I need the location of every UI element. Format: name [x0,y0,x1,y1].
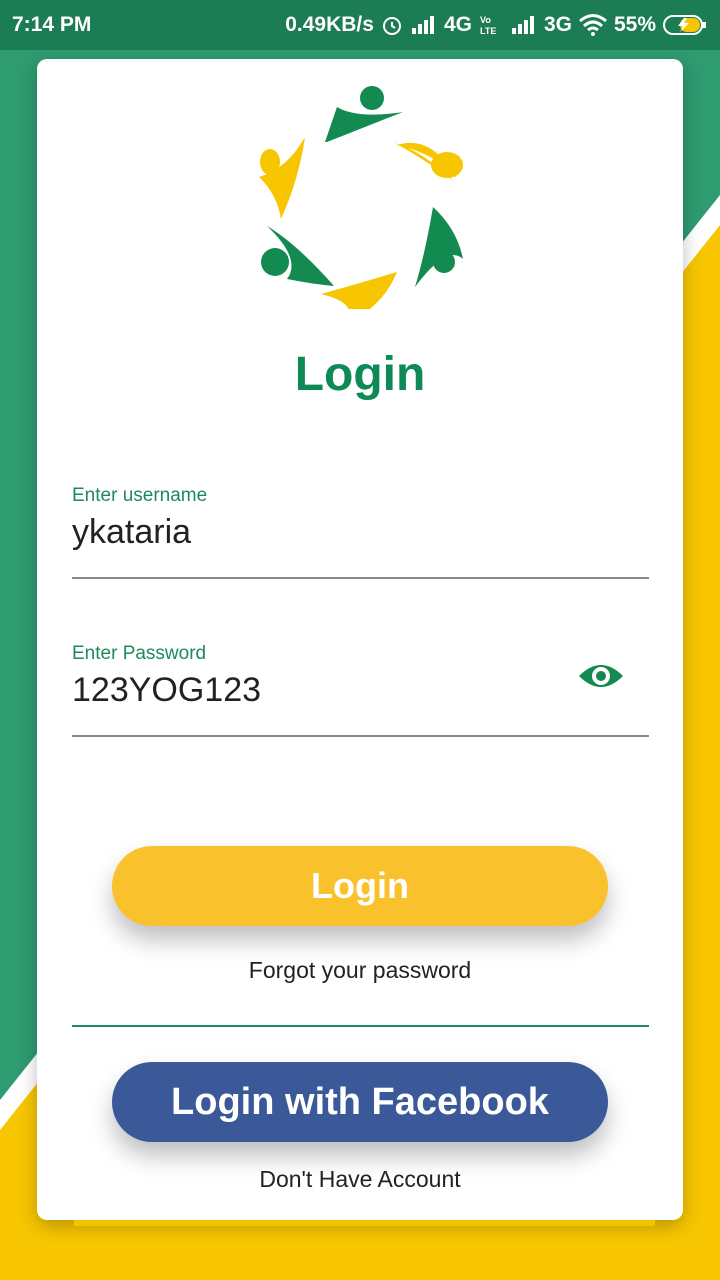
battery-charging-icon [662,13,708,37]
status-time: 7:14 PM [12,13,92,36]
username-underline [72,577,649,579]
login-card: Login Enter username ykataria Enter Pass… [37,59,683,1220]
card-bottom-strip [74,1220,655,1226]
password-field[interactable]: Enter Password 123YOG123 [72,643,649,738]
network-3g: 3G [543,13,572,36]
alarm-icon [380,13,404,37]
eye-icon[interactable] [577,660,625,692]
volte-icon: Vo LTE [478,13,504,37]
net-speed: 0.49KB/s [285,13,374,36]
signup-link[interactable]: Don't Have Account [37,1166,683,1193]
login-button[interactable]: Login [112,846,608,926]
wifi-icon [578,13,608,37]
username-field[interactable]: Enter username ykataria [72,485,649,580]
forgot-password-link[interactable]: Forgot your password [37,957,683,984]
battery-percent: 55% [613,13,656,36]
svg-text:LTE: LTE [480,26,496,36]
network-4g: 4G [443,13,472,36]
app-logo [259,86,463,309]
svg-text:Vo: Vo [480,15,491,25]
password-input[interactable]: 123YOG123 [72,671,649,710]
page-title: Login [294,348,426,401]
status-bar: 7:14 PM 0.49KB/s 4G Vo LTE 3G 55% [0,0,720,50]
username-label: Enter username [72,485,208,506]
divider [72,1025,649,1027]
signal-icon [410,14,438,36]
password-underline [72,735,649,737]
facebook-login-button[interactable]: Login with Facebook [112,1062,608,1142]
username-input[interactable]: ykataria [72,513,649,552]
signal-icon-2 [510,14,538,36]
password-label: Enter Password [72,643,207,664]
